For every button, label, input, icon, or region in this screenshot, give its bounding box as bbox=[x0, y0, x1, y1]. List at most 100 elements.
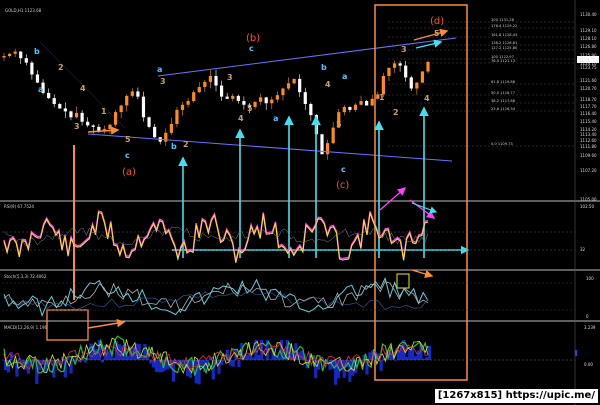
macd-axis-label: 0.00 bbox=[584, 362, 593, 367]
wave-label: 1 bbox=[379, 93, 385, 102]
fib-level-label: 176.4 1129.22 bbox=[491, 24, 517, 28]
rsi-axis-label: 102.50 bbox=[580, 204, 594, 209]
wave-label: c bbox=[341, 165, 346, 174]
wave-label: a bbox=[38, 85, 43, 94]
candle-body bbox=[136, 91, 140, 97]
fib-level-label: 100 1131.28 bbox=[491, 18, 515, 22]
highlight-box-small bbox=[396, 273, 410, 289]
macd-histogram-bar bbox=[149, 360, 153, 364]
candle-body bbox=[214, 75, 218, 86]
candle-body bbox=[7, 53, 12, 56]
macd-histogram-bar bbox=[237, 360, 241, 368]
candle-body bbox=[47, 92, 51, 99]
macd-histogram-bar bbox=[416, 350, 420, 360]
macd-histogram-bar bbox=[251, 357, 255, 360]
wave-label: (b) bbox=[246, 33, 260, 44]
price-axis-label: 1113.40 bbox=[580, 132, 597, 137]
stoch-axis-label: 0 bbox=[586, 314, 589, 319]
price-axis-label: 1107.20 bbox=[580, 168, 597, 173]
candle-body bbox=[303, 92, 307, 104]
wave-label: a bbox=[342, 72, 347, 81]
rsi-axis-label: 32 bbox=[580, 247, 586, 252]
candle-body bbox=[58, 104, 62, 109]
wave-label: 2 bbox=[183, 140, 189, 149]
orange-arrow bbox=[413, 28, 449, 41]
candle-body bbox=[270, 99, 274, 104]
candle-body bbox=[180, 104, 185, 110]
macd-axis-label: 3.239 bbox=[584, 325, 596, 330]
candle-body bbox=[286, 83, 291, 89]
wave-label: b bbox=[171, 142, 177, 151]
chart-window: GOLD,H1 1123.68 100 1131.28 176.4 1129.22 1… bbox=[0, 0, 600, 405]
candle-body bbox=[387, 67, 391, 76]
macd-histogram-bar bbox=[112, 357, 116, 360]
magenta-arrow bbox=[379, 187, 407, 211]
macd-histogram-bar bbox=[231, 360, 235, 367]
candle-body bbox=[24, 58, 28, 63]
candle-body bbox=[236, 95, 240, 102]
price-axis-label: 1116.40 bbox=[580, 111, 597, 116]
candle-body bbox=[331, 127, 335, 144]
candle-body bbox=[69, 111, 73, 118]
wave-label: 5 bbox=[434, 29, 440, 38]
price-axis-label: 1129.10 bbox=[580, 28, 597, 33]
candle-body bbox=[242, 101, 246, 105]
wave-label: 4 bbox=[238, 114, 244, 123]
macd-histogram-bar bbox=[299, 350, 304, 360]
orange-arrow bbox=[411, 269, 434, 279]
macd-histogram-bar bbox=[126, 355, 130, 360]
wave-label: 1 bbox=[101, 107, 107, 116]
wave-label: 5 bbox=[336, 120, 342, 129]
candle-body bbox=[74, 112, 79, 118]
macd-histogram-bar bbox=[379, 360, 383, 371]
stoch-label: Stoch(5,3,3) 72.4062 bbox=[4, 274, 47, 279]
macd-histogram-bar bbox=[140, 358, 144, 360]
lower-trendline bbox=[87, 133, 453, 162]
macd-histogram-bar bbox=[368, 352, 372, 360]
wave-label: 3 bbox=[74, 122, 80, 131]
fib-level-label: 161.8 1128.43 bbox=[491, 33, 517, 37]
candle-body bbox=[125, 95, 129, 106]
chart-canvas: GOLD,H1 1123.68 100 1131.28 176.4 1129.22 1… bbox=[0, 0, 600, 405]
candle-body bbox=[197, 87, 201, 93]
candle-body bbox=[153, 126, 157, 138]
price-axis-label: 1126.80 bbox=[580, 44, 597, 49]
current-price-label: 1123.75 bbox=[579, 58, 596, 63]
macd-histogram-bar bbox=[100, 360, 104, 363]
candle-body bbox=[141, 96, 146, 118]
candle-body bbox=[348, 106, 352, 110]
wave-label: (d) bbox=[430, 16, 444, 27]
macd-label: MACD(12,26,9) 1.196 bbox=[4, 325, 48, 330]
fib-level-label: 61.8 1119.86 bbox=[491, 80, 516, 84]
candle-body bbox=[342, 106, 346, 113]
macd-line bbox=[3, 335, 429, 376]
price-axis-label: 1111.80 bbox=[580, 144, 597, 149]
macd-histogram-bar bbox=[69, 360, 73, 374]
macd-histogram-bar bbox=[245, 354, 250, 360]
upper-trendline bbox=[157, 37, 457, 77]
candle-body bbox=[13, 51, 17, 54]
price-axis-label: 1121.60 bbox=[580, 78, 597, 83]
candle-body bbox=[175, 109, 179, 124]
wave-label: 4 bbox=[424, 94, 430, 103]
candle-body bbox=[208, 75, 213, 82]
macd-histogram-bar bbox=[83, 360, 87, 363]
candle-body bbox=[91, 125, 95, 127]
wave-label: 5 bbox=[125, 135, 131, 144]
candle-body bbox=[415, 82, 419, 89]
wave-label: b bbox=[321, 63, 327, 72]
candle-body bbox=[186, 101, 190, 105]
price-axis-label: 1120.70 bbox=[580, 86, 597, 91]
orange-arrow bbox=[87, 319, 126, 329]
candle-body bbox=[381, 75, 385, 95]
macd-axis-marker bbox=[575, 350, 577, 356]
price-axis-label: 1112.60 bbox=[580, 138, 597, 143]
stoch-axis-label: 100 bbox=[586, 276, 594, 281]
fib-level-label: 0.0 1109.73 bbox=[491, 142, 513, 146]
candle-body bbox=[30, 62, 34, 75]
rsi-ma-line bbox=[3, 226, 429, 246]
fib-level-label: 138.2 1126.61 bbox=[491, 41, 517, 45]
price-axis-label: 1115.40 bbox=[580, 119, 597, 124]
wave-label: a bbox=[273, 114, 278, 123]
wave-label: 5 bbox=[247, 104, 253, 113]
